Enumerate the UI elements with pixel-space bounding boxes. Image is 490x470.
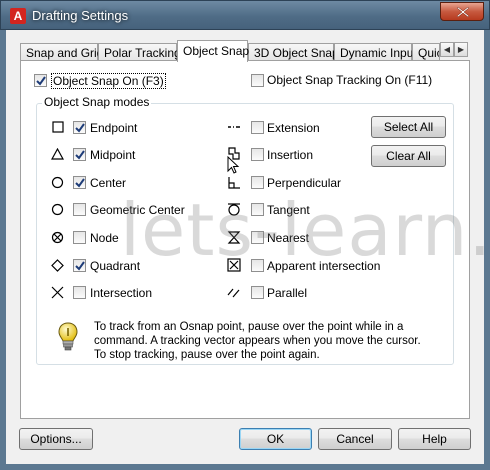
cancel-button[interactable]: Cancel <box>318 428 392 450</box>
midpoint-checkbox[interactable] <box>73 148 86 161</box>
select-all-button[interactable]: Select All <box>371 116 446 138</box>
info-line-3: To stop tracking, pause over the point a… <box>94 349 320 361</box>
info-line-2: command. A tracking vector appears when … <box>94 335 421 347</box>
center-circle-icon <box>51 176 64 189</box>
object-snap-tracking-checkbox[interactable] <box>251 74 264 87</box>
help-button[interactable]: Help <box>398 428 471 450</box>
title-bar[interactable]: A Drafting Settings <box>0 0 490 30</box>
endpoint-label[interactable]: Endpoint <box>90 121 137 135</box>
close-button[interactable] <box>440 2 484 21</box>
parallel-checkbox[interactable] <box>251 286 264 299</box>
insertion-label[interactable]: Insertion <box>267 148 313 162</box>
tab-dynamic-input[interactable]: Dynamic Input <box>334 43 417 61</box>
info-line-1: To track from an Osnap point, pause over… <box>94 321 404 333</box>
tab-polar-tracking[interactable]: Polar Tracking <box>98 43 181 61</box>
watermark-text: lets-learn.ir <box>120 188 490 272</box>
checkmark-icon <box>75 150 85 160</box>
node-circle-x-icon <box>51 231 64 244</box>
close-icon <box>457 7 469 17</box>
insertion-checkbox[interactable] <box>251 148 264 161</box>
checkmark-icon <box>75 261 85 271</box>
quadrant-checkbox[interactable] <box>73 259 86 272</box>
node-checkbox[interactable] <box>73 231 86 244</box>
intersection-label[interactable]: Intersection <box>90 286 152 300</box>
endpoint-checkbox[interactable] <box>73 121 86 134</box>
tab-object-snap[interactable]: Object Snap <box>177 40 249 62</box>
object-snap-on-checkbox[interactable] <box>34 74 47 87</box>
mouse-cursor-icon <box>227 156 240 174</box>
intersection-x-icon <box>51 286 64 299</box>
parallel-label[interactable]: Parallel <box>267 286 307 300</box>
checkmark-icon <box>36 76 46 86</box>
options-button[interactable]: Options... <box>19 428 93 450</box>
midpoint-triangle-icon <box>51 148 64 160</box>
tab-3d-object-snap[interactable]: 3D Object Snap <box>248 43 339 61</box>
object-snap-modes-title: Object Snap modes <box>42 95 152 109</box>
tab-snap-and-grid[interactable]: Snap and Grid <box>20 43 103 61</box>
geometric-center-circle-icon <box>51 203 64 216</box>
clear-all-button[interactable]: Clear All <box>371 145 446 167</box>
checkmark-icon <box>75 178 85 188</box>
checkmark-icon <box>75 123 85 133</box>
center-checkbox[interactable] <box>73 176 86 189</box>
extension-checkbox[interactable] <box>251 121 264 134</box>
object-snap-on-label[interactable]: Object Snap On (F3) <box>51 73 166 89</box>
node-label[interactable]: Node <box>90 231 119 245</box>
parallel-lines-icon <box>227 288 240 298</box>
autocad-app-icon: A <box>10 8 26 24</box>
object-snap-tracking-label[interactable]: Object Snap Tracking On (F11) <box>267 73 432 87</box>
tab-strip: Snap and Grid Polar Tracking Object Snap… <box>20 40 470 62</box>
tab-quick-properties[interactable]: Quic <box>412 43 440 61</box>
extension-label[interactable]: Extension <box>267 121 320 135</box>
tab-scroll-left-icon[interactable]: ◀ <box>440 42 454 57</box>
ok-button[interactable]: OK <box>239 428 312 450</box>
lightbulb-icon <box>58 322 78 351</box>
tab-scroll-right-icon[interactable]: ▶ <box>454 42 468 57</box>
intersection-checkbox[interactable] <box>73 286 86 299</box>
midpoint-label[interactable]: Midpoint <box>90 148 135 162</box>
window-title: Drafting Settings <box>32 8 129 23</box>
quadrant-diamond-icon <box>51 259 64 272</box>
geometric-center-checkbox[interactable] <box>73 203 86 216</box>
tracking-info-text: To track from an Osnap point, pause over… <box>94 320 424 362</box>
endpoint-square-icon <box>52 121 64 133</box>
extension-dashes-icon <box>228 126 240 128</box>
